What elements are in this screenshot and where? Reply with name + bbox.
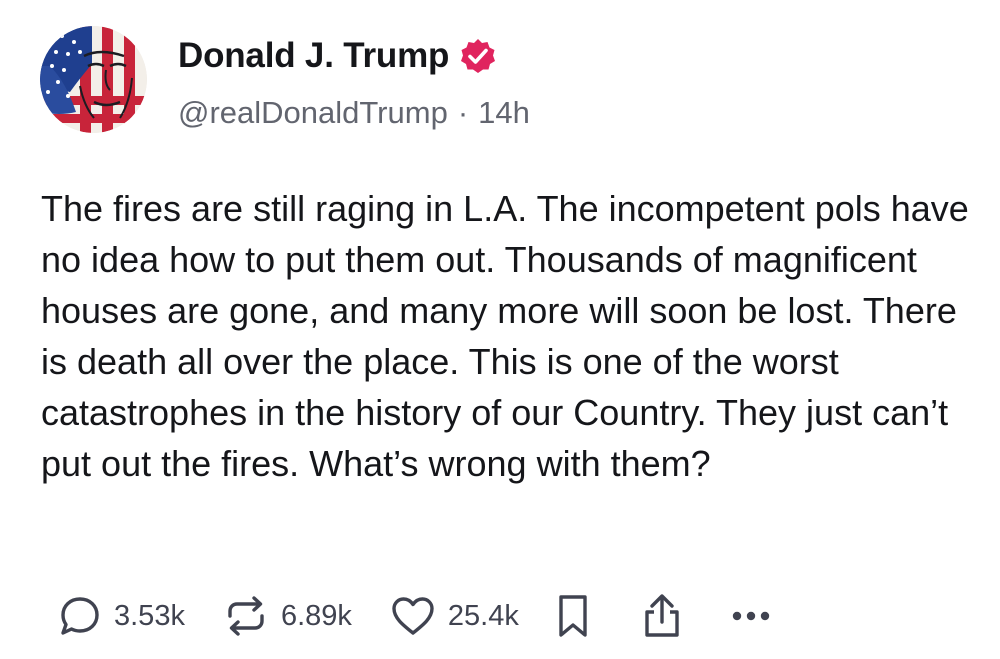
repost-icon (223, 594, 269, 638)
flag-portrait-avatar-icon (40, 26, 147, 133)
author-meta-row: @realDonaldTrump · 14h (178, 93, 530, 133)
bookmark-button[interactable] (555, 593, 591, 639)
more-options-button[interactable] (731, 610, 771, 622)
verified-badge-icon (459, 37, 497, 75)
more-icon (731, 610, 771, 622)
truth-post: Donald J. Trump @realDonaldTrump · 14h T… (0, 0, 1000, 659)
reply-count: 3.53k (114, 599, 185, 632)
reply-button[interactable]: 3.53k (58, 594, 185, 638)
retruth-count: 6.89k (280, 599, 352, 632)
post-body-text: The fires are still raging in L.A. The i… (41, 188, 969, 484)
post-timestamp[interactable]: 14h (478, 95, 530, 131)
meta-separator: · (457, 95, 469, 130)
heart-icon (390, 594, 436, 638)
like-count: 25.4k (447, 599, 519, 632)
avatar[interactable] (40, 26, 147, 133)
like-button[interactable]: 25.4k (390, 594, 519, 638)
author-display-name[interactable]: Donald J. Trump (178, 36, 449, 76)
bookmark-icon (555, 593, 591, 639)
reply-bubble-icon (58, 594, 102, 638)
share-button[interactable] (641, 592, 683, 640)
retruth-button[interactable]: 6.89k (223, 594, 352, 638)
share-icon (641, 592, 683, 640)
author-handle[interactable]: @realDonaldTrump (178, 95, 448, 131)
author-name-row: Donald J. Trump (178, 34, 497, 78)
post-actions-bar: 3.53k 6.89k 25.4k (58, 588, 771, 644)
